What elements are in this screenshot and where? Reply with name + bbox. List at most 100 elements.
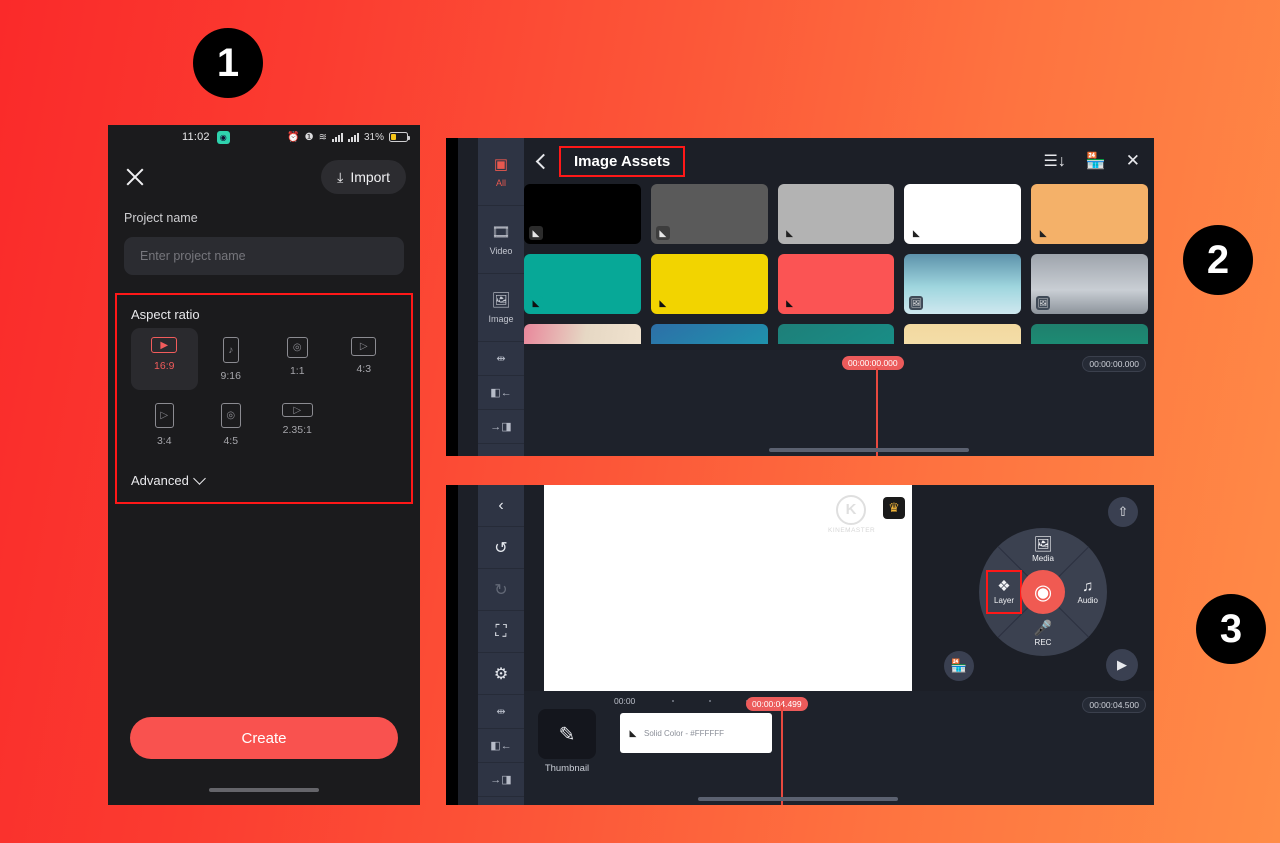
aspect-ratio-option-1-1[interactable]: ◎ 1:1 xyxy=(264,328,331,390)
asset-tile[interactable]: ◣ xyxy=(777,254,895,314)
trim-right-icon[interactable]: →◨ xyxy=(478,410,524,444)
asset-tile[interactable]: ◣ xyxy=(650,184,768,244)
close-icon[interactable] xyxy=(122,164,148,190)
asset-tile[interactable]: ◣ xyxy=(1031,184,1148,244)
paint-bucket-icon: ◣ xyxy=(782,296,797,310)
thumbnail-button[interactable]: ✎ xyxy=(538,709,596,759)
asset-tile[interactable]: ◣ xyxy=(650,254,768,314)
alarm-icon: ⏰ xyxy=(287,131,300,143)
image-icon: 🖼 xyxy=(1036,296,1051,310)
playhead-time: 00:00:00.000 xyxy=(842,356,904,370)
timeline-scrollbar[interactable] xyxy=(769,448,969,452)
all-assets-icon: ▣ xyxy=(493,156,509,173)
play-button[interactable]: ▶ xyxy=(1106,649,1138,681)
panel-rail xyxy=(446,485,458,805)
editor-panel: ‹ ↺ ↻ ⛶ ⚙ ⇹ ◧← →◨ K KINEMASTER ♛ ⇧ 🖼 Media ❖ La… xyxy=(446,484,1154,805)
sidebar-item-all[interactable]: ▣ All xyxy=(478,138,524,206)
asset-tile[interactable] xyxy=(904,324,1022,344)
aspect-ratio-option-9-16[interactable]: ♪ 9:16 xyxy=(198,328,265,390)
asset-tile[interactable]: 🖼 xyxy=(1031,254,1148,314)
create-button[interactable]: Create xyxy=(130,717,398,759)
store-icon[interactable]: 🏪 xyxy=(1086,151,1106,171)
trim-right-icon[interactable]: →◨ xyxy=(478,763,524,797)
project-name-placeholder: Enter project name xyxy=(140,249,246,263)
preview-area: K KINEMASTER ♛ xyxy=(524,484,932,692)
wheel-item-rec[interactable]: 🎤 REC xyxy=(1034,621,1053,647)
wheel-item-layer[interactable]: ❖ Layer xyxy=(986,570,1023,615)
assets-timeline: 00:00:00.000 00:00:00.000 xyxy=(524,350,1154,456)
timeline-clip[interactable]: ◣ Solid Color - #FFFFFF xyxy=(620,713,772,753)
paint-bucket-icon: ◣ xyxy=(909,226,924,240)
asset-tile[interactable] xyxy=(524,324,641,344)
store-icon[interactable]: 🏪 xyxy=(944,651,974,681)
aspect-ratio-option-2-35-1[interactable]: ▷ 2.35:1 xyxy=(264,394,331,455)
trim-left-icon[interactable]: ◧← xyxy=(478,729,524,763)
thumbnail-label: Thumbnail xyxy=(544,763,590,774)
paint-bucket-icon: ◣ xyxy=(655,226,670,240)
crown-icon[interactable]: ♛ xyxy=(883,496,905,519)
close-icon[interactable]: ✕ xyxy=(1126,151,1140,171)
split-icon[interactable]: ⇹ xyxy=(478,695,524,729)
fit-screen-icon[interactable]: ⛶ xyxy=(478,611,524,653)
sort-icon[interactable]: ☰↓ xyxy=(1043,151,1065,171)
shutter-icon[interactable]: ◉ xyxy=(1021,570,1065,615)
sidebar-item-video[interactable]: 🎞 Video xyxy=(478,206,524,274)
aspect-ratio-label: 1:1 xyxy=(289,365,305,377)
paint-bucket-icon: ◣ xyxy=(529,296,543,310)
playhead[interactable] xyxy=(876,368,878,456)
assets-header: Image Assets ☰↓ 🏪 ✕ xyxy=(524,138,1154,184)
advanced-toggle[interactable]: Advanced xyxy=(131,472,397,488)
aspect-ratio-option-4-5[interactable]: ◎ 4:5 xyxy=(198,394,265,455)
back-icon[interactable] xyxy=(535,153,552,169)
asset-tile[interactable]: ◣ xyxy=(904,184,1022,244)
advanced-label: Advanced xyxy=(131,473,189,488)
wifi-icon: ≋ xyxy=(318,131,327,143)
action-wheel: 🖼 Media ❖ Layer ♫ Audio 🎤 REC ◉ xyxy=(979,528,1107,657)
asset-tile[interactable] xyxy=(1031,324,1148,344)
playhead[interactable] xyxy=(781,705,783,805)
aspect-ratio-option-3-4[interactable]: ▷ 3:4 xyxy=(131,394,198,455)
panel-rail xyxy=(446,138,458,456)
kinemaster-watermark: K KINEMASTER xyxy=(828,494,876,534)
import-label: Import xyxy=(350,169,390,185)
wheel-item-media[interactable]: 🖼 Media xyxy=(1032,537,1054,563)
wheel-item-label: REC xyxy=(1034,638,1052,648)
timeline-scrollbar[interactable] xyxy=(698,797,898,801)
export-button[interactable]: ⇧ xyxy=(1108,497,1138,527)
asset-tile[interactable]: 🖼 xyxy=(904,254,1022,314)
wheel-item-audio[interactable]: ♫ Audio xyxy=(1078,579,1098,605)
aspect-ratio-icon: ▷ xyxy=(281,403,313,417)
aspect-ratio-title: Aspect ratio xyxy=(131,307,200,322)
paint-bucket-icon: ◣ xyxy=(1036,226,1051,240)
asset-tile[interactable]: ◣ xyxy=(524,184,641,244)
asset-tile[interactable]: ◣ xyxy=(777,184,895,244)
preview-canvas[interactable]: K KINEMASTER ♛ xyxy=(544,484,912,692)
project-name-input[interactable]: Enter project name xyxy=(124,237,404,275)
asset-tile[interactable]: ◣ xyxy=(524,254,641,314)
undo-icon[interactable]: ↺ xyxy=(478,527,524,569)
aspect-ratio-label: 9:16 xyxy=(220,370,241,382)
import-button[interactable]: ⤓ Import xyxy=(321,160,406,194)
paint-bucket-icon: ◣ xyxy=(629,727,637,738)
wheel-area: ⇧ 🖼 Media ❖ Layer ♫ Audio 🎤 REC ◉ 🏪 ▶ xyxy=(932,485,1154,691)
asset-tile[interactable] xyxy=(777,324,895,344)
kinemaster-logo-icon: K xyxy=(836,494,866,525)
home-indicator xyxy=(209,788,319,792)
wheel-item-label: Media xyxy=(1032,554,1054,564)
page-title: Image Assets xyxy=(559,145,686,177)
aspect-ratio-option-16-9[interactable]: ▶ 16:9 xyxy=(131,328,198,390)
settings-icon[interactable]: ⚙ xyxy=(478,653,524,695)
status-time: 11:02 xyxy=(182,131,210,143)
audio-icon: ♫ xyxy=(1082,578,1094,596)
sidebar-item-image[interactable]: 🖼 Image xyxy=(478,274,524,342)
back-icon[interactable]: ‹ xyxy=(478,485,524,527)
aspect-ratio-option-4-3[interactable]: ▷ 4:3 xyxy=(331,328,398,390)
redo-icon[interactable]: ↻ xyxy=(478,569,524,611)
watermark-text: KINEMASTER xyxy=(828,526,876,534)
battery-percent: 31% xyxy=(363,131,384,143)
timeline-ruler: 00:00 xyxy=(614,696,1154,708)
trim-left-icon[interactable]: ◧← xyxy=(478,376,524,410)
asset-tile[interactable] xyxy=(650,324,768,344)
split-icon[interactable]: ⇹ xyxy=(478,342,524,376)
media-icon: 🖼 xyxy=(1033,536,1053,554)
